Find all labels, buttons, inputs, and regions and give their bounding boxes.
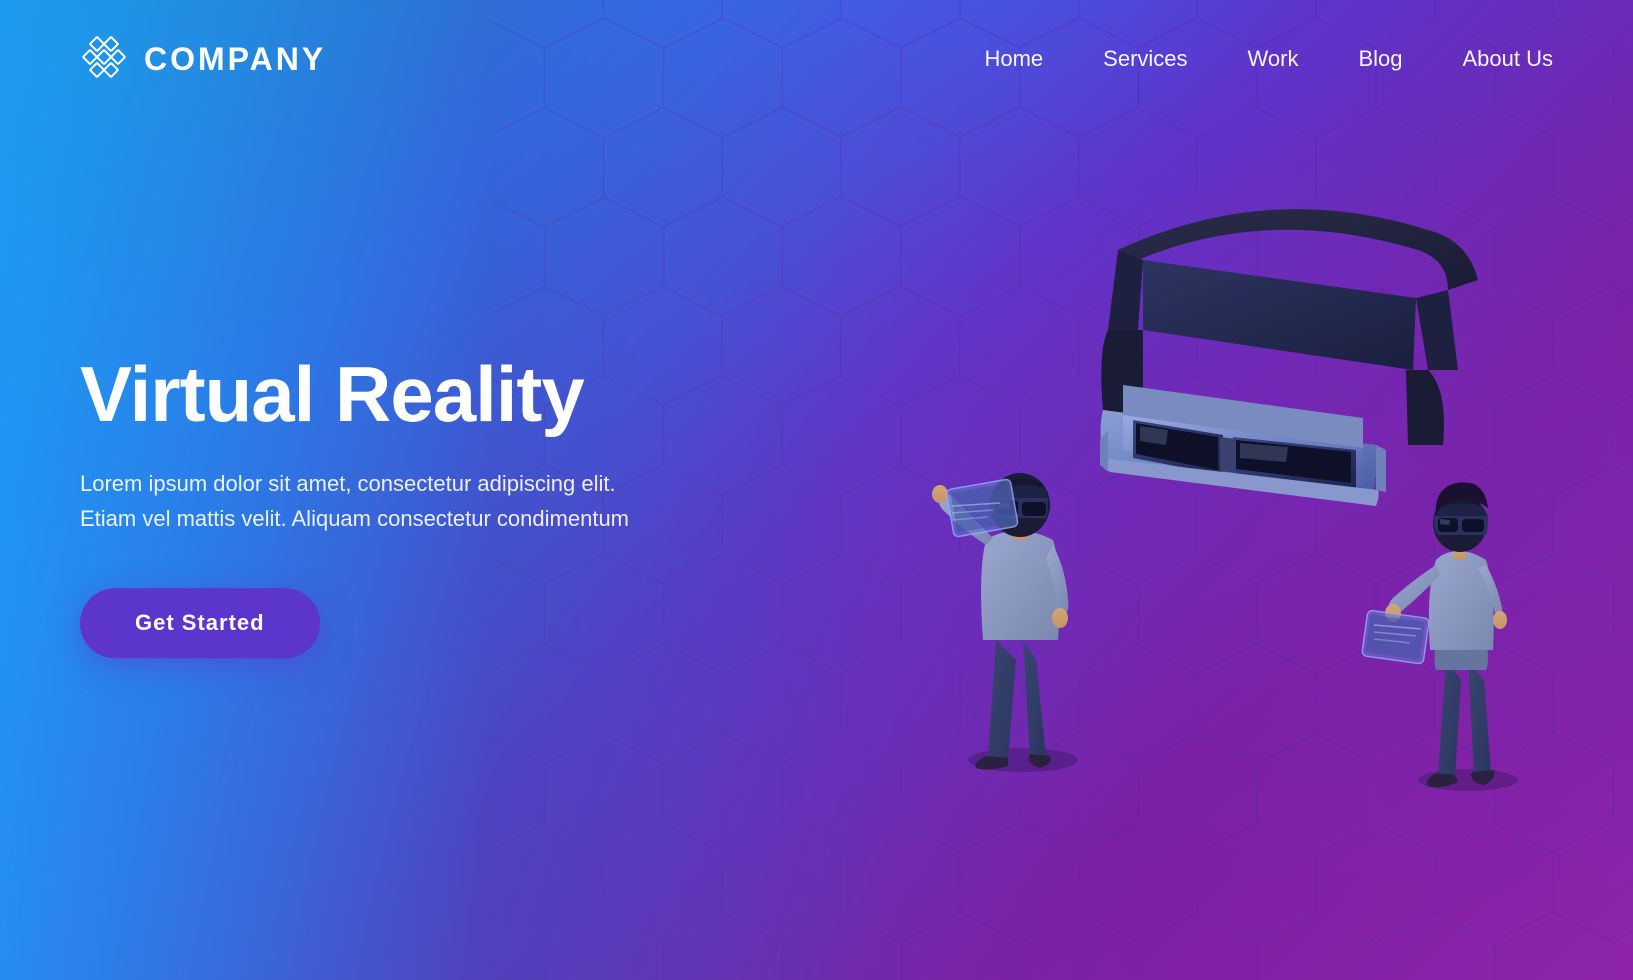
diamond-grid-icon (80, 35, 128, 83)
hero-title: Virtual Reality (80, 352, 640, 438)
logo[interactable]: COMPANY (80, 35, 326, 83)
logo-text: COMPANY (144, 41, 326, 78)
vr-illustration (572, 0, 1633, 980)
nav-links: Home Services Work Blog About Us (984, 46, 1553, 72)
nav-work[interactable]: Work (1248, 46, 1299, 72)
vr-scene-svg (868, 150, 1633, 830)
nav-services[interactable]: Services (1103, 46, 1187, 72)
nav-blog[interactable]: Blog (1358, 46, 1402, 72)
nav-home[interactable]: Home (984, 46, 1043, 72)
hero-description: Lorem ipsum dolor sit amet, consectetur … (80, 466, 640, 536)
get-started-button[interactable]: Get Started (80, 588, 320, 658)
hero-section: COMPANY Home Services Work Blog About Us… (0, 0, 1633, 980)
navbar: COMPANY Home Services Work Blog About Us (0, 0, 1633, 118)
nav-about[interactable]: About Us (1463, 46, 1554, 72)
hero-content: Virtual Reality Lorem ipsum dolor sit am… (80, 352, 640, 658)
